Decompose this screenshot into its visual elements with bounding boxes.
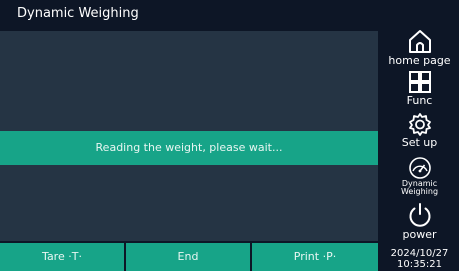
sidebar-item-power[interactable]: power: [380, 202, 459, 241]
sidebar-item-setup[interactable]: Set up: [380, 112, 459, 149]
home-icon: [380, 28, 459, 54]
sidebar-label-home: home page: [388, 54, 451, 67]
sidebar: home page Func Set up Dynamic Weighing p…: [380, 28, 459, 271]
page-title: Dynamic Weighing: [17, 6, 139, 21]
print-button[interactable]: Print ·P·: [252, 243, 378, 271]
end-button[interactable]: End: [126, 243, 250, 271]
sidebar-label-setup: Set up: [401, 136, 438, 149]
weight-display-panel: Reading the weight, please wait...: [0, 31, 378, 241]
bottom-action-bar: Tare ·T· End Print ·P·: [0, 243, 378, 271]
tare-button[interactable]: Tare ·T·: [0, 243, 124, 271]
func-grid-icon: [380, 70, 459, 94]
sidebar-item-dynamic-weighing[interactable]: Dynamic Weighing: [380, 156, 459, 196]
datetime-display: 2024/10/27 10:35:21: [380, 248, 459, 270]
sidebar-label-func: Func: [406, 94, 433, 107]
sidebar-label-power: power: [402, 228, 437, 241]
status-message: Reading the weight, please wait...: [95, 141, 283, 154]
status-message-bar: Reading the weight, please wait...: [0, 131, 378, 165]
dynamic-gauge-icon: [380, 156, 459, 180]
power-icon: [380, 202, 459, 228]
screen: Dynamic Weighing Reading the weight, ple…: [0, 0, 459, 271]
sidebar-item-func[interactable]: Func: [380, 70, 459, 107]
time-text: 10:35:21: [397, 259, 442, 270]
setup-gear-icon: [380, 112, 459, 136]
date-text: 2024/10/27: [390, 248, 449, 259]
sidebar-label-dynamic-line2: Weighing: [400, 187, 439, 196]
sidebar-item-home[interactable]: home page: [380, 28, 459, 67]
